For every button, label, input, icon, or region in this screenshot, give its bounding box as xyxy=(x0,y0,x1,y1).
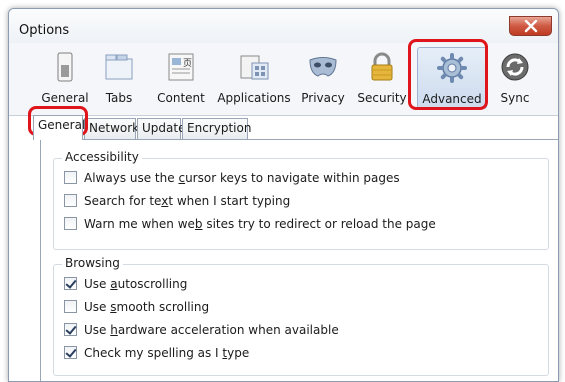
option-warn-redirect[interactable]: Warn me when web sites try to redirect o… xyxy=(64,217,436,235)
tabs-icon xyxy=(105,54,133,80)
window-title: Options xyxy=(19,23,70,38)
option-cursor-keys[interactable]: Always use the cursor keys to navigate w… xyxy=(64,171,400,189)
option-label: ardware acceleration when available xyxy=(117,323,339,337)
option-smooth-scrolling[interactable]: Use smooth scrolling xyxy=(64,300,209,318)
toolbar-sync[interactable]: Sync xyxy=(493,47,537,109)
access-key: h xyxy=(110,323,118,337)
checkbox[interactable] xyxy=(64,323,77,336)
option-search-typing[interactable]: Search for text when I start typing xyxy=(64,194,290,212)
toolbar-label: Tabs xyxy=(105,91,133,105)
option-label: Always use the xyxy=(84,171,179,185)
toolbar-label: Content xyxy=(157,91,205,105)
option-autoscrolling[interactable]: Use autoscrolling xyxy=(64,277,187,295)
sync-icon xyxy=(501,53,529,81)
checkbox[interactable] xyxy=(64,346,77,359)
option-label: ype xyxy=(227,346,250,360)
checkbox[interactable] xyxy=(64,277,77,290)
option-label: Check my spelling as I xyxy=(84,346,223,360)
option-label: Warn me when we xyxy=(84,217,195,231)
browsing-group: Browsing Use autoscrolling Use smooth sc… xyxy=(53,256,549,376)
tab-encryption[interactable]: Encryption xyxy=(182,118,251,139)
checkbox[interactable] xyxy=(64,217,77,230)
option-label: Use xyxy=(84,300,111,314)
close-button[interactable] xyxy=(509,16,552,36)
toolbar-tabs[interactable]: Tabs xyxy=(97,47,141,109)
toolbar-applications[interactable]: Applications xyxy=(217,47,291,109)
accessibility-group: Accessibility Always use the cursor keys… xyxy=(53,150,549,250)
applications-icon xyxy=(240,55,269,80)
advanced-highlight-box xyxy=(408,39,488,110)
option-label: ursor keys to navigate within pages xyxy=(185,171,400,185)
toolbar-label: Sync xyxy=(500,91,530,105)
close-icon xyxy=(524,20,538,33)
option-label: t when I start typing xyxy=(168,194,291,208)
padlock-icon xyxy=(371,52,393,81)
toolbar-content[interactable]: 页 Content xyxy=(153,47,209,109)
access-key: a xyxy=(110,277,118,291)
checkbox[interactable] xyxy=(64,171,77,184)
tab-general[interactable]: General xyxy=(33,115,85,140)
content-icon: 页 xyxy=(168,53,194,81)
checkbox[interactable] xyxy=(64,300,77,313)
option-label: mooth scrolling xyxy=(116,300,210,314)
access-key: b xyxy=(194,217,203,231)
group-title: Browsing xyxy=(62,256,123,270)
group-title: Accessibility xyxy=(62,150,142,164)
toolbar-label: Applications xyxy=(217,91,291,105)
option-hardware-acceleration[interactable]: Use hardware acceleration when available xyxy=(64,323,339,341)
toolbar-label: General xyxy=(41,91,89,105)
option-label: utoscrolling xyxy=(117,277,188,291)
toolbar-security[interactable]: Security xyxy=(357,47,407,109)
option-label: Use xyxy=(84,323,111,337)
svg-text:页: 页 xyxy=(183,58,192,69)
option-label: sites try to redirect or reload the page xyxy=(202,217,436,231)
option-check-spelling[interactable]: Check my spelling as I type xyxy=(64,346,249,364)
general-tab-panel: Accessibility Always use the cursor keys… xyxy=(40,139,558,381)
tab-update[interactable]: Update xyxy=(137,118,185,139)
checkbox[interactable] xyxy=(64,194,77,207)
privacy-mask-icon xyxy=(309,57,337,77)
toolbar-label: Privacy xyxy=(301,91,345,105)
tab-network[interactable]: Network xyxy=(84,118,139,139)
toolbar-privacy[interactable]: Privacy xyxy=(299,47,347,109)
option-label: Search for te xyxy=(84,194,162,208)
option-label: Use xyxy=(84,277,111,291)
toolbar-label: Security xyxy=(357,91,407,105)
general-switch-icon xyxy=(57,52,73,82)
title-bar[interactable]: Options xyxy=(9,9,558,43)
toolbar-general[interactable]: General xyxy=(37,47,93,109)
